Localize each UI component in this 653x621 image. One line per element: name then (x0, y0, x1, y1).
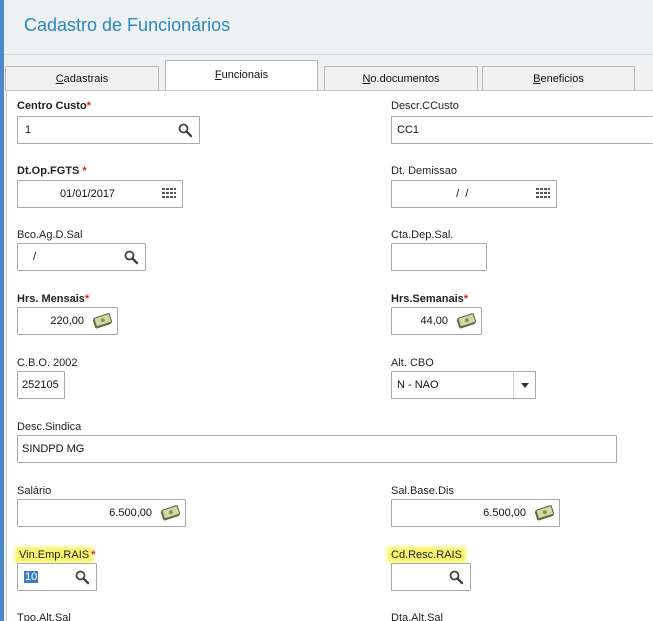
cbo-2002-label: C.B.O. 2002 (17, 357, 78, 369)
cbo-2002-input[interactable]: 252105 (17, 371, 65, 399)
dt-op-fgts-label: Dt.Op.FGTS * (17, 165, 87, 177)
chevron-down-icon (518, 378, 534, 394)
desc-sindica-value: SINDPD MG (22, 443, 85, 455)
search-icon[interactable] (448, 569, 464, 585)
centro-custo-input[interactable]: 1 (17, 116, 200, 144)
cd-resc-rais-label: Cd.Resc.RAIS (389, 549, 464, 561)
salario-value: 6.500,00 (109, 507, 152, 519)
tab-cadastrais[interactable]: Cadastrais (5, 66, 159, 91)
sal-base-dis-label: Sal.Base.Dis (391, 485, 454, 497)
hrs-mensais-label: Hrs. Mensais* (17, 293, 90, 305)
dt-demissao-value: / / (450, 188, 469, 200)
alt-cbo-value: N - NAO (397, 379, 439, 391)
tab-mnemonic: F (214, 69, 222, 81)
cbo-2002-value: 252105 (22, 379, 59, 391)
tpo-alt-sal-label: Tpo.Alt.Sal (17, 612, 71, 621)
alt-cbo-label: Alt. CBO (391, 357, 434, 369)
centro-custo-value: 1 (25, 124, 32, 136)
search-icon[interactable] (177, 122, 193, 138)
dta-alt-sal-label: Dta.Alt.Sal (391, 612, 443, 621)
money-icon[interactable] (160, 505, 180, 521)
hrs-mensais-input[interactable]: 220,00 (17, 307, 118, 335)
bco-ag-d-sal-label: Bco.Ag.D.Sal (17, 229, 83, 241)
bco-ag-d-sal-value: / (33, 251, 37, 263)
hrs-semanais-value: 44,00 (420, 315, 448, 327)
tab-label-rest: uncionais (221, 69, 269, 81)
salario-label: Salário (17, 485, 52, 497)
sal-base-dis-input[interactable]: 6.500,00 (391, 499, 560, 527)
alt-cbo-select[interactable]: N - NAO (391, 371, 536, 399)
dt-demissao-label: Dt. Demissao (391, 165, 458, 177)
vin-emp-rais-value: 10 (24, 571, 39, 583)
hrs-mensais-value: 220,00 (50, 315, 84, 327)
page-title: Cadastro de Funcionários (24, 15, 231, 35)
page-header: Cadastro de Funcionários (4, 0, 653, 55)
cta-dep-sal-input[interactable] (391, 243, 487, 271)
tab-beneficios[interactable]: Beneficios (482, 66, 635, 91)
hrs-semanais-input[interactable]: 44,00 (391, 307, 482, 335)
vin-emp-rais-input[interactable]: 10 (17, 563, 97, 591)
tab-mnemonic: C (55, 73, 64, 85)
dt-demissao-input[interactable]: / / (391, 180, 557, 208)
calendar-icon[interactable] (161, 186, 177, 202)
cta-dep-sal-label: Cta.Dep.Sal. (391, 229, 454, 241)
dt-op-fgts-input[interactable]: 01/01/2017 (17, 180, 183, 208)
left-rail (0, 0, 4, 621)
descr-ccusto-label: Descr.CCusto (391, 100, 459, 112)
money-icon[interactable] (534, 505, 554, 521)
desc-sindica-input[interactable]: SINDPD MG (17, 435, 617, 463)
money-icon[interactable] (456, 313, 476, 329)
dt-op-fgts-value: 01/01/2017 (60, 188, 116, 200)
desc-sindica-label: Desc.Sindica (17, 421, 82, 433)
alt-cbo-dropdown-button[interactable] (513, 372, 535, 398)
tab-label-rest: o.documentos (370, 73, 440, 85)
tab-bar: Cadastrais Funcionais No.documentos Bene… (4, 55, 653, 91)
search-icon[interactable] (74, 569, 90, 585)
tab-label-rest: eneficios (540, 73, 584, 85)
sal-base-dis-value: 6.500,00 (483, 507, 526, 519)
descr-ccusto-value: CC1 (397, 124, 420, 136)
tab-label-rest: adastrais (63, 73, 109, 85)
hrs-semanais-label: Hrs.Semanais* (391, 293, 469, 305)
tab-funcionais[interactable]: Funcionais (165, 60, 318, 91)
calendar-icon[interactable] (535, 186, 551, 202)
descr-ccusto-input[interactable]: CC1 (391, 116, 653, 144)
search-icon[interactable] (123, 249, 139, 265)
salario-input[interactable]: 6.500,00 (17, 499, 186, 527)
tab-no-documentos[interactable]: No.documentos (324, 66, 478, 91)
bco-ag-d-sal-input[interactable]: / (17, 243, 146, 271)
form-panel (6, 90, 653, 621)
cd-resc-rais-input[interactable] (391, 563, 471, 591)
vin-emp-rais-label: Vin.Emp.RAIS * (17, 549, 96, 561)
money-icon[interactable] (92, 313, 112, 329)
centro-custo-label: Centro Custo* (17, 100, 91, 112)
